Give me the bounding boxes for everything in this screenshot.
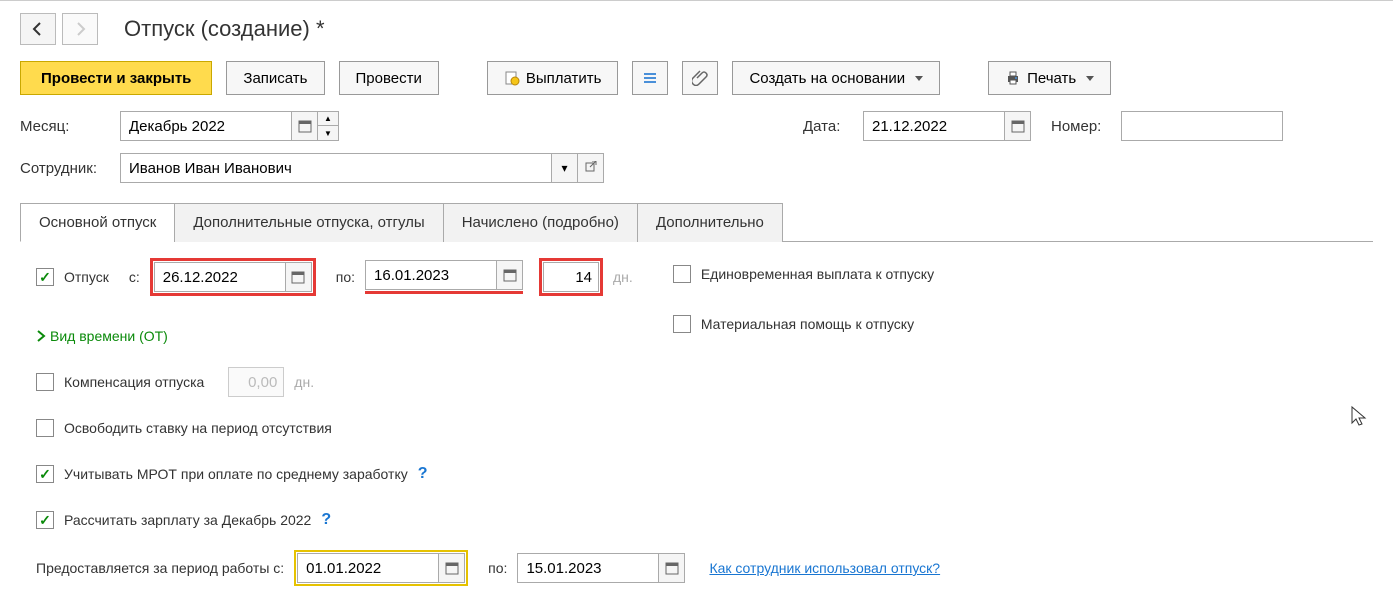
open-icon	[584, 161, 598, 175]
period-to-label: по:	[488, 560, 507, 576]
calendar-icon	[445, 561, 459, 575]
calendar-button[interactable]	[285, 263, 311, 291]
number-field[interactable]	[1121, 111, 1283, 141]
arrow-right-icon	[72, 21, 88, 37]
vacation-usage-link[interactable]: Как сотрудник использовал отпуск?	[709, 560, 940, 576]
calendar-icon	[665, 561, 679, 575]
page-title: Отпуск (создание) *	[124, 16, 325, 42]
month-input[interactable]	[121, 112, 291, 140]
arrow-left-icon	[30, 21, 46, 37]
compensation-label: Компенсация отпуска	[64, 374, 204, 390]
vacation-to-input[interactable]	[366, 261, 496, 289]
date-label: Дата:	[803, 118, 853, 135]
calendar-icon	[503, 268, 517, 282]
attach-button[interactable]	[682, 61, 718, 95]
coins-icon	[504, 70, 520, 86]
number-input[interactable]	[1122, 112, 1282, 140]
month-up-button[interactable]: ▲	[318, 112, 338, 126]
days-input[interactable]	[543, 262, 599, 292]
pay-button[interactable]: Выплатить	[487, 61, 619, 95]
compensation-unit: дн.	[294, 374, 314, 390]
to-label: по:	[336, 269, 355, 285]
calc-salary-label: Рассчитать зарплату за Декабрь 2022	[64, 512, 311, 528]
vacation-label: Отпуск	[64, 269, 109, 285]
period-from-field[interactable]	[297, 553, 465, 583]
period-from-input[interactable]	[298, 554, 438, 582]
month-down-button[interactable]: ▼	[318, 126, 338, 140]
tab-additional[interactable]: Дополнительно	[637, 203, 783, 242]
employee-input[interactable]	[121, 154, 551, 182]
vacation-from-field[interactable]	[154, 262, 312, 292]
open-button[interactable]	[577, 154, 603, 182]
month-field[interactable]: ▲ ▼	[120, 111, 339, 141]
tab-accrued-detail[interactable]: Начислено (подробно)	[443, 203, 638, 242]
material-help-checkbox[interactable]	[673, 315, 691, 333]
compensation-checkbox[interactable]	[36, 373, 54, 391]
lump-sum-label: Единовременная выплата к отпуску	[701, 266, 934, 282]
from-label: с:	[129, 269, 140, 285]
paperclip-icon	[692, 70, 708, 86]
lump-sum-checkbox[interactable]	[673, 265, 691, 283]
days-unit: дн.	[613, 269, 633, 285]
calendar-icon	[291, 270, 305, 284]
material-help-label: Материальная помощь к отпуску	[701, 316, 914, 332]
chevron-right-icon	[36, 329, 46, 343]
account-mrot-checkbox[interactable]	[36, 465, 54, 483]
time-kind-link[interactable]: Вид времени (ОТ)	[36, 328, 168, 344]
create-on-basis-button[interactable]: Создать на основании	[732, 61, 940, 95]
save-button[interactable]: Записать	[226, 61, 324, 95]
employee-label: Сотрудник:	[20, 160, 110, 177]
calendar-button[interactable]	[496, 261, 522, 289]
printer-icon	[1005, 70, 1021, 86]
period-to-field[interactable]	[517, 553, 685, 583]
calendar-icon	[1011, 119, 1025, 133]
chevron-down-icon	[1086, 76, 1094, 81]
vacation-checkbox[interactable]	[36, 268, 54, 286]
tab-additional-vacations[interactable]: Дополнительные отпуска, отгулы	[174, 203, 443, 242]
post-and-close-button[interactable]: Провести и закрыть	[20, 61, 212, 95]
employee-field[interactable]: ▾	[120, 153, 604, 183]
vacation-to-field[interactable]	[365, 260, 523, 290]
calc-salary-checkbox[interactable]	[36, 511, 54, 529]
back-button[interactable]	[20, 13, 56, 45]
period-to-input[interactable]	[518, 554, 658, 582]
post-button[interactable]: Провести	[339, 61, 439, 95]
list-icon	[642, 70, 658, 86]
release-rate-label: Освободить ставку на период отсутствия	[64, 420, 332, 436]
help-icon[interactable]: ?	[418, 465, 428, 483]
tab-main-vacation[interactable]: Основной отпуск	[20, 203, 175, 242]
date-field[interactable]	[863, 111, 1031, 141]
vacation-from-input[interactable]	[155, 263, 285, 291]
period-label: Предоставляется за период работы с:	[36, 560, 284, 576]
dropdown-button[interactable]: ▾	[551, 154, 577, 182]
calendar-icon	[298, 119, 312, 133]
account-mrot-label: Учитывать МРОТ при оплате по среднему за…	[64, 466, 408, 482]
forward-button	[62, 13, 98, 45]
calendar-button[interactable]	[291, 112, 317, 140]
help-icon[interactable]: ?	[321, 511, 331, 529]
month-label: Месяц:	[20, 118, 110, 135]
list-button[interactable]	[632, 61, 668, 95]
number-label: Номер:	[1051, 118, 1111, 135]
compensation-days-input	[228, 367, 284, 397]
tab-bar: Основной отпуск Дополнительные отпуска, …	[20, 203, 1373, 242]
print-button[interactable]: Печать	[988, 61, 1111, 95]
date-input[interactable]	[864, 112, 1004, 140]
release-rate-checkbox[interactable]	[36, 419, 54, 437]
calendar-button[interactable]	[438, 554, 464, 582]
calendar-button[interactable]	[1004, 112, 1030, 140]
chevron-down-icon	[915, 76, 923, 81]
calendar-button[interactable]	[658, 554, 684, 582]
